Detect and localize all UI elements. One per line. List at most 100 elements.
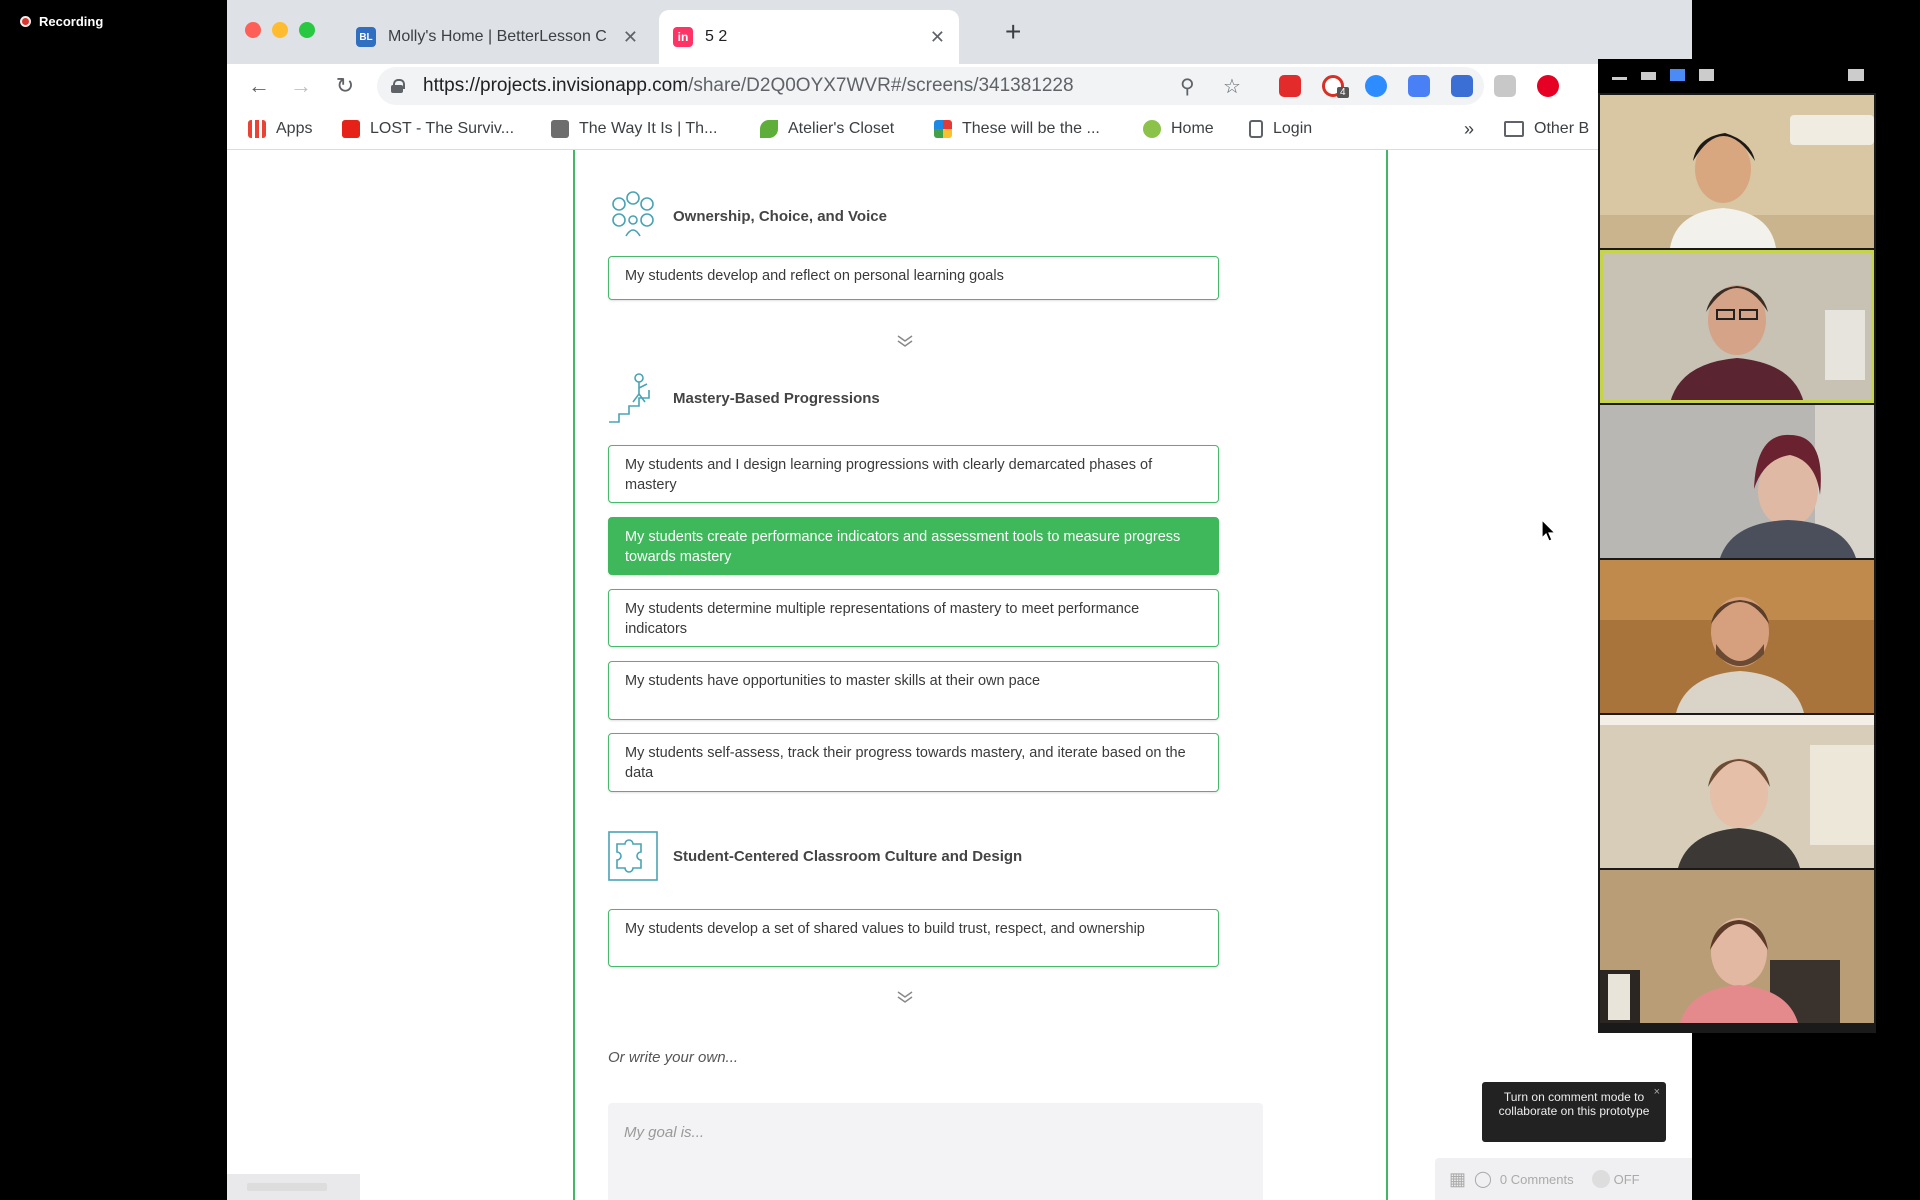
option-shared-values[interactable]: My students develop a set of shared valu… [608,909,1219,967]
speaker-view-icon[interactable] [1641,72,1656,80]
browser-window: BL Molly's Home | BetterLesson C ✕ in 5 … [227,0,1692,1200]
minimize-icon[interactable] [1612,77,1627,80]
close-window-button[interactable] [245,22,261,38]
bookmark-label: Atelier's Closet [788,120,895,137]
close-tab-icon[interactable]: ✕ [930,27,945,48]
participant-tile[interactable] [1600,95,1874,248]
tooltip-text: Turn on comment mode to collaborate on t… [1498,1090,1650,1118]
pinterest-extension-icon[interactable] [1537,75,1559,97]
tab-strip: BL Molly's Home | BetterLesson C ✕ in 5 … [227,0,1692,64]
participant-tile[interactable] [1600,405,1874,558]
option-performance-indicators[interactable]: My students create performance indicator… [608,517,1219,575]
bookmark-lost[interactable]: LOST - The Surviv... [342,116,514,142]
section-mastery: Mastery-Based Progressions [607,372,880,424]
extension-badge: 4 [1337,87,1349,98]
section-title: Ownership, Choice, and Voice [673,207,887,225]
tab-title: 5 2 [705,28,728,45]
option-progressions[interactable]: My students and I design learning progre… [608,445,1219,503]
minimize-window-button[interactable] [272,22,288,38]
comment-mode-tooltip: × Turn on comment mode to collaborate on… [1482,1082,1666,1142]
bookmark-label: Apps [276,120,313,137]
write-own-label: Or write your own... [608,1049,739,1066]
forward-button[interactable]: → [285,70,317,102]
folder-icon [1504,121,1524,137]
youtube-icon [342,120,360,138]
bookmark-these-will-be[interactable]: These will be the ... [934,116,1100,142]
url-path: /share/D2Q0OYX7WVR#/screens/341381228 [688,75,1074,96]
bookmark-login[interactable]: Login [1249,116,1312,142]
video-gallery-panel [1598,59,1876,1033]
option-self-assess[interactable]: My students self-assess, track their pro… [608,733,1219,792]
record-dot-icon [20,16,31,27]
bookmark-label: LOST - The Surviv... [370,120,515,137]
bookmark-ateliers-closet[interactable]: Atelier's Closet [760,116,894,142]
screen: Recording BL Molly's Home | BetterLesson… [0,0,1920,1200]
apps-grid-icon [248,120,266,138]
comment-toggle[interactable]: OFF [1591,1170,1640,1188]
zoom-extension-icon[interactable] [1365,75,1387,97]
invision-favicon-icon: in [673,27,693,47]
bookmark-label: These will be the ... [962,120,1100,137]
green-circle-icon [1143,120,1161,138]
url-text[interactable]: https://projects.invisionapp.com/share/D… [423,75,1074,97]
participant-tile[interactable] [1600,715,1874,868]
youtube-extension-icon[interactable] [1279,75,1301,97]
bookmark-label: Login [1273,120,1313,137]
participant-video [1600,870,1874,1023]
recording-indicator: Recording [20,14,103,29]
prototype-page: Ownership, Choice, and Voice My students… [227,150,1692,1200]
reload-button[interactable]: ↻ [329,70,361,102]
exit-fullscreen-icon[interactable] [1848,69,1864,81]
profile-extension-icon[interactable] [1494,75,1516,97]
tab-title: Molly's Home | BetterLesson C [388,28,607,45]
comments-count[interactable]: 0 Comments [1500,1172,1574,1187]
section-ownership: Ownership, Choice, and Voice [607,190,887,242]
bookmark-the-way-it-is[interactable]: The Way It Is | Th... [551,116,717,142]
bookmark-home[interactable]: Home [1143,116,1214,142]
bookmark-label: Other B [1534,120,1590,137]
gallery-view-icon[interactable] [1670,69,1685,81]
bookmark-apps[interactable]: Apps [248,116,312,142]
reader-extension-icon[interactable] [1451,75,1473,97]
more-bookmarks-button[interactable]: » [1464,116,1474,142]
participant-video [1600,715,1874,868]
back-button[interactable]: ← [243,70,275,102]
address-bar[interactable]: https://projects.invisionapp.com/share/D… [377,67,1484,105]
participant-video [1600,405,1874,558]
image-thumb-icon [551,120,569,138]
new-tab-button[interactable]: + [1005,18,1021,46]
option-own-pace[interactable]: My students have opportunities to master… [608,661,1219,720]
chevron-down-icon[interactable] [895,334,915,348]
comment-bubble-icon: ◯ [1474,1171,1492,1188]
bookmark-star-icon[interactable]: ☆ [1223,74,1241,99]
tab-betterlesson[interactable]: BL Molly's Home | BetterLesson C ✕ [342,10,652,64]
thumbnail-view-icon[interactable] [1699,69,1714,81]
option-representations[interactable]: My students determine multiple represent… [608,589,1219,647]
made-with-invision-badge[interactable] [227,1174,360,1200]
page-icon [1249,120,1263,138]
close-tooltip-icon[interactable]: × [1654,1085,1660,1099]
translate-extension-icon[interactable] [1408,75,1430,97]
close-tab-icon[interactable]: ✕ [623,27,638,48]
participant-tile-active-speaker[interactable] [1600,250,1874,403]
goal-card: Ownership, Choice, and Voice My students… [573,150,1388,1200]
toggle-knob-icon [1591,1170,1610,1188]
ownership-icon [612,191,654,237]
zoom-magnifier-icon[interactable]: ⚲ [1180,74,1195,99]
other-bookmarks[interactable]: Other B [1504,116,1589,142]
grid-icon[interactable]: ▦ [1449,1169,1466,1190]
goal-input[interactable]: My goal is... [608,1103,1263,1200]
fullscreen-window-button[interactable] [299,22,315,38]
participant-video [1600,250,1874,403]
chevron-down-icon[interactable] [895,990,915,1004]
participant-tile[interactable] [1600,560,1874,713]
lock-icon [391,79,405,93]
url-domain: https://projects.invisionapp.com [423,75,689,96]
participant-video [1600,95,1874,248]
bird-icon [760,120,778,138]
tab-invision[interactable]: in 5 2 ✕ [659,10,959,64]
invision-logo-icon [247,1183,327,1191]
participant-tile[interactable] [1600,870,1874,1023]
toggle-label: OFF [1613,1171,1640,1187]
option-goal[interactable]: My students develop and reflect on perso… [608,256,1219,300]
